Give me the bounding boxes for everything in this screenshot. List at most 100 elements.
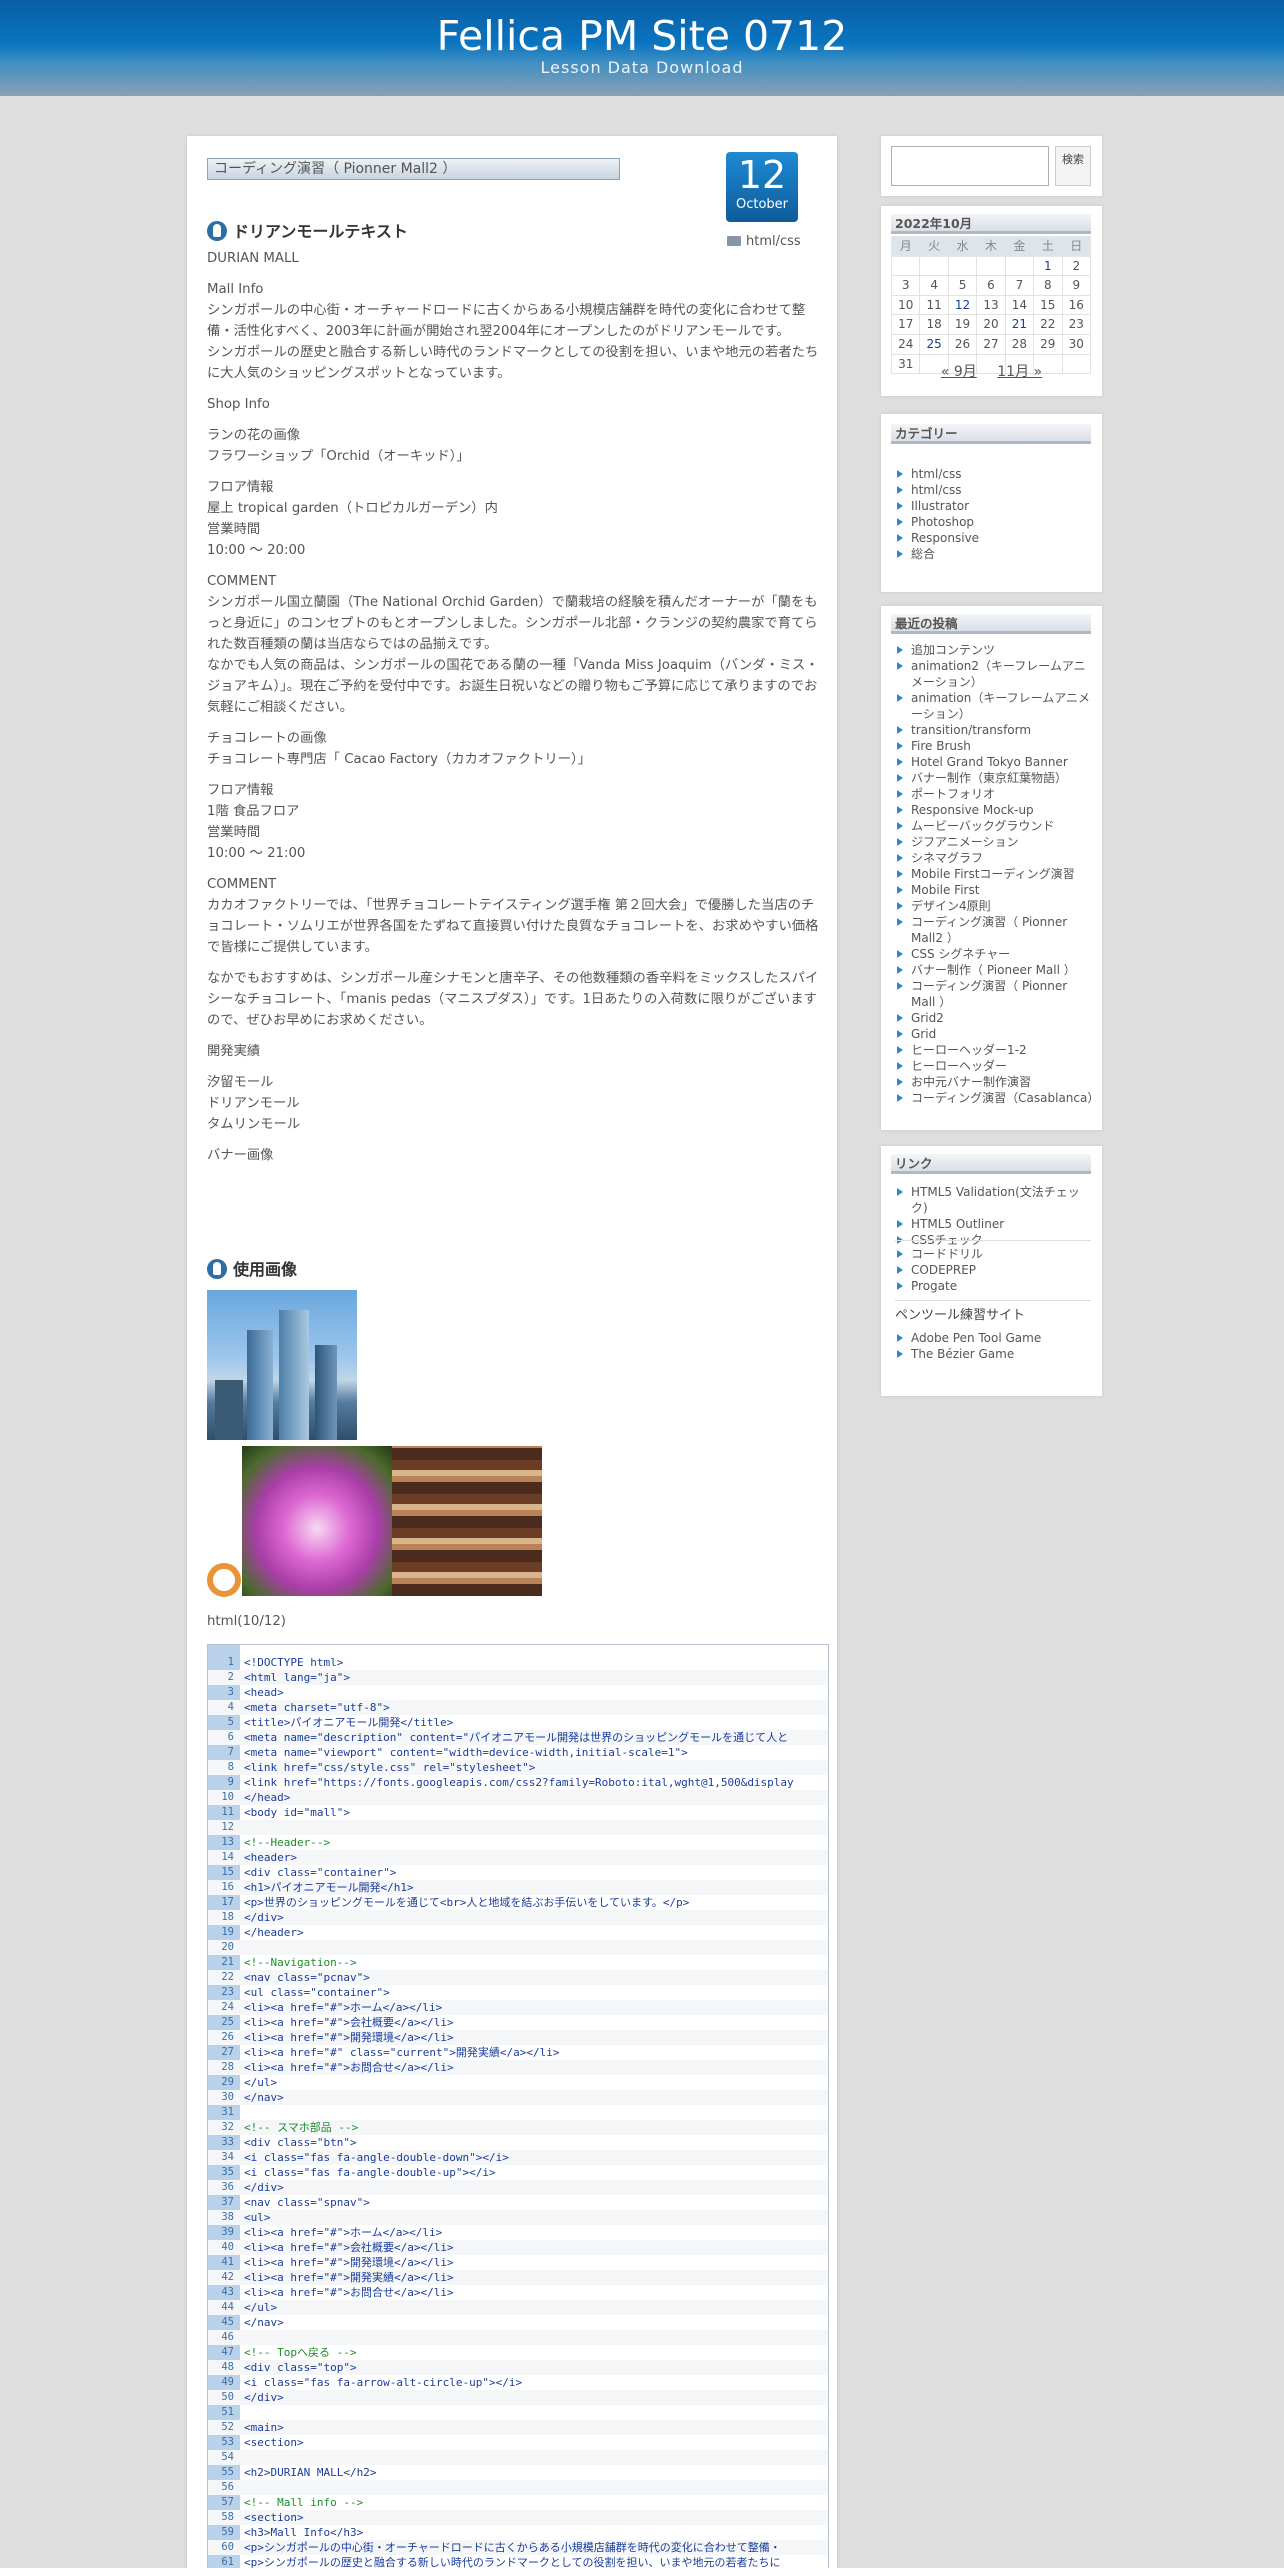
calendar-weekday: 月: [890, 236, 921, 257]
section-heading-images: 使用画像: [207, 1258, 297, 1283]
line-number: 17: [221, 1896, 234, 1908]
category-link[interactable]: html/css: [895, 466, 1095, 482]
links-title: リンク: [891, 1154, 1091, 1174]
code-text: <li><a href="#">お問合せ</a></li>: [244, 2286, 454, 2299]
code-text: <!-- Mall info -->: [244, 2496, 364, 2509]
category-link[interactable]: Photoshop: [895, 514, 1095, 530]
recent-post-link[interactable]: transition/transform: [895, 722, 1095, 738]
code-line: 39 <li><a href="#">ホーム</a></li>: [208, 2225, 828, 2240]
recent-post-link[interactable]: ジフアニメーション: [895, 834, 1095, 850]
external-link[interactable]: HTML5 Validation(文法チェック): [895, 1184, 1095, 1216]
calendar-prev-link[interactable]: « 9月: [941, 364, 977, 380]
recent-post-link[interactable]: コーディング演習（Casablanca）: [895, 1090, 1099, 1106]
line-number: 38: [221, 2211, 234, 2223]
section-heading-text: ドリアンモールテキスト: [207, 220, 408, 245]
external-link[interactable]: The Bézier Game: [895, 1346, 1095, 1362]
recent-post-link[interactable]: お中元バナー制作演習: [895, 1074, 1095, 1090]
code-line: 55 <h2>DURIAN MALL</h2>: [208, 2465, 828, 2480]
code-block[interactable]: 1 <!DOCTYPE html> 2 <html lang="ja"> 3 <head>…: [207, 1644, 829, 2568]
code-line: 60 <p>シンガポールの中心街・オーチャードロードに古くからある小規模店舗群を時…: [208, 2540, 828, 2555]
recent-post-link[interactable]: デザイン4原則: [895, 898, 1095, 914]
recent-post-link[interactable]: animation2（キーフレームアニメーション）: [895, 658, 1095, 690]
calendar-day[interactable]: 25: [919, 333, 949, 355]
category-link[interactable]: html/css: [895, 482, 1095, 498]
calendar-day: 16: [1061, 294, 1092, 316]
code-line: 49 <i class="fas fa-arrow-alt-circle-up">…: [208, 2375, 828, 2390]
line-number: 9: [227, 1776, 234, 1788]
external-link[interactable]: HTML5 Outliner: [895, 1216, 1095, 1232]
calendar-day[interactable]: 21: [1004, 314, 1035, 335]
post-paragraph: 汐留モール ドリアンモール タムリンモール: [207, 1075, 301, 1132]
line-number: 33: [221, 2136, 234, 2148]
recent-post-link[interactable]: Responsive Mock-up: [895, 802, 1095, 818]
recent-post-link[interactable]: Mobile Firstコーディング演習: [895, 866, 1095, 882]
recent-post-link[interactable]: ヒーローヘッダー1-2: [895, 1042, 1095, 1058]
links-list-pen-tool: Adobe Pen Tool Game The Bézier Game: [895, 1330, 1095, 1362]
recent-post-link[interactable]: コーディング演習（ Pionner Mall ）: [895, 978, 1095, 1010]
recent-post-link[interactable]: ムービーバックグラウンド: [895, 818, 1095, 834]
recent-post-link[interactable]: Grid: [895, 1026, 1095, 1042]
calendar-weekday: 日: [1061, 236, 1092, 257]
recent-post-link[interactable]: ヒーローヘッダー: [895, 1058, 1095, 1074]
post-paragraph: バナー画像: [207, 1148, 274, 1163]
code-text: <title>パイオニアモール開発</title>: [244, 1716, 454, 1729]
recent-post-link[interactable]: コーディング演習（ Pionner Mall2 ）: [895, 914, 1095, 946]
category-link[interactable]: Illustrator: [895, 498, 1095, 514]
line-number: 56: [221, 2481, 234, 2493]
recent-post-link[interactable]: Grid2: [895, 1010, 1095, 1026]
calendar-day: [976, 255, 1006, 277]
links-widget: リンク HTML5 Validation(文法チェック) HTML5 Outlin…: [881, 1146, 1102, 1396]
calendar-day: 14: [1004, 294, 1035, 316]
line-number: 58: [221, 2511, 234, 2523]
calendar-day: [1004, 255, 1035, 277]
code-text: <ul>: [244, 2211, 271, 2224]
calendar-day[interactable]: 12: [947, 294, 978, 316]
post-paragraph: Mall Info シンガポールの中心街・オーチャードロードに古くからある小規模店…: [207, 282, 819, 381]
calendar-day: 8: [1033, 275, 1063, 296]
line-number: 30: [221, 2091, 234, 2103]
search-input[interactable]: [891, 146, 1049, 186]
line-number: 27: [221, 2046, 234, 2058]
code-line: 27 <li><a href="#" class="current">開発実績</…: [208, 2045, 828, 2060]
external-link[interactable]: コードドリル: [895, 1246, 1095, 1262]
post-category-label: html/css: [746, 234, 801, 249]
code-line: 24 <li><a href="#">ホーム</a></li>: [208, 2000, 828, 2015]
recent-post-link[interactable]: ポートフォリオ: [895, 786, 1095, 802]
calendar-day: 5: [947, 275, 978, 296]
line-number: 50: [221, 2391, 234, 2403]
code-text: <li><a href="#">ホーム</a></li>: [244, 2226, 443, 2239]
category-link[interactable]: Responsive: [895, 530, 1095, 546]
external-link[interactable]: CODEPREP: [895, 1262, 1095, 1278]
external-link[interactable]: Progate: [895, 1278, 1095, 1294]
recent-post-link[interactable]: 追加コンテンツ: [895, 642, 1095, 658]
recent-post-link[interactable]: シネマグラフ: [895, 850, 1095, 866]
line-number: 40: [221, 2241, 234, 2253]
calendar-weekday: 金: [1004, 236, 1035, 257]
recent-post-link[interactable]: Fire Brush: [895, 738, 1095, 754]
calendar-day: 24: [890, 333, 921, 355]
line-number: 55: [221, 2466, 234, 2478]
links-list-validation: HTML5 Validation(文法チェック) HTML5 Outliner CS…: [895, 1184, 1095, 1248]
line-number: 6: [227, 1731, 234, 1743]
code-line: 42 <li><a href="#">開発実績</a></li>: [208, 2270, 828, 2285]
code-line: 8 <link href="css/style.css" rel="stylesh…: [208, 1760, 828, 1775]
recent-post-link[interactable]: バナー制作（ Pioneer Mall ）: [895, 962, 1095, 978]
line-number: 26: [221, 2031, 234, 2043]
line-number: 18: [221, 1911, 234, 1923]
search-button[interactable]: 検索: [1055, 146, 1091, 186]
site-description: Lesson Data Download: [540, 58, 744, 77]
recent-post-link[interactable]: CSS シグネチャー: [895, 946, 1095, 962]
calendar-day[interactable]: 1: [1033, 255, 1063, 277]
code-line: 61 <p>シンガポールの歴史と融合する新しい時代のランドマークとしての役割を担い…: [208, 2555, 828, 2568]
code-text: <i class="fas fa-arrow-alt-circle-up"></…: [244, 2376, 523, 2389]
line-number: 47: [221, 2346, 234, 2358]
calendar-day: 7: [1004, 275, 1035, 296]
recent-post-link[interactable]: バナー制作（東京紅葉物語）: [895, 770, 1095, 786]
recent-post-link[interactable]: Hotel Grand Tokyo Banner: [895, 754, 1095, 770]
calendar-next-link[interactable]: 11月 »: [997, 364, 1042, 380]
code-line: 59 <h3>Mall Info</h3>: [208, 2525, 828, 2540]
external-link[interactable]: Adobe Pen Tool Game: [895, 1330, 1095, 1346]
recent-post-link[interactable]: animation（キーフレームアニメーション）: [895, 690, 1095, 722]
category-link[interactable]: 総合: [895, 546, 1095, 562]
recent-post-link[interactable]: Mobile First: [895, 882, 1095, 898]
